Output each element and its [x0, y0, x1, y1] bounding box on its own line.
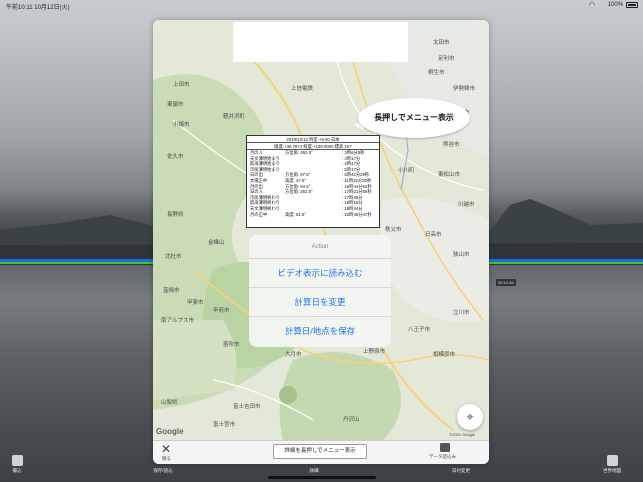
- map-city-label: 韮崎市: [163, 288, 180, 294]
- crosshair-icon: ⌖: [466, 409, 474, 424]
- map-city-label: 大月市: [285, 352, 302, 358]
- status-time: 午前10:11 10月12日(火): [6, 5, 70, 11]
- map-city-label: 丹沢山: [343, 417, 360, 423]
- info-date-header: 2019/10/12 時差:+9.00 日本: [247, 136, 379, 143]
- astronomy-info-box[interactable]: 2019/10/12 時差:+9.00 日本 緯度:+35.7874 経度:+1…: [246, 135, 380, 228]
- map-city-label: 軽井沢町: [223, 114, 246, 120]
- map-city-label: 甲府市: [213, 308, 230, 314]
- map-city-label: 北杜市: [165, 254, 182, 260]
- map-city-label: 富士吉田市: [233, 404, 261, 410]
- map-city-label: 東御市: [167, 102, 184, 108]
- map-copyright: ©2021 Google: [449, 432, 475, 437]
- status-bar: 午前10:11 10月12日(火) ◠ 100%: [0, 0, 643, 12]
- map-panel[interactable]: 上信電鉄 太田市 足利市 桐生市 伊勢崎市 館林市 小川町 東松山市 熊谷市 川…: [153, 20, 489, 464]
- map-city-label: 伊勢崎市: [453, 86, 476, 92]
- ad-banner-placeholder: [233, 22, 408, 62]
- map-city-label: 立川市: [453, 310, 470, 316]
- map-city-label: 甲斐市: [187, 300, 204, 306]
- map-city-label: 足利市: [438, 56, 455, 62]
- map-city-label: 小諸市: [173, 122, 190, 128]
- wifi-icon: ◠: [588, 2, 595, 9]
- detail-button[interactable]: 詳細: [296, 455, 332, 474]
- map-city-label: 川越市: [458, 202, 475, 208]
- long-press-hint-bubble: 長押しでメニュー表示: [358, 98, 470, 138]
- map-city-label: 秩父市: [385, 227, 402, 233]
- map-city-label: 相模原市: [433, 352, 456, 358]
- map-city-label: 熊谷市: [443, 142, 460, 148]
- map-city-label: 上信電鉄: [291, 86, 314, 92]
- globe-icon: [606, 455, 618, 466]
- map-city-label: 八王子市: [408, 327, 431, 333]
- home-indicator: [268, 476, 376, 479]
- action-change-date[interactable]: 計算日を変更: [249, 288, 391, 317]
- map-city-label: 笛吹市: [223, 342, 240, 348]
- map-city-label: 佐久市: [167, 154, 184, 160]
- world-map-button[interactable]: 世界地図: [594, 455, 630, 474]
- info-row: 月の正中 高度: 51.5°: 22時48分47秒: [250, 211, 372, 217]
- map-city-label: 上田市: [173, 82, 190, 88]
- action-sheet-title: Action: [249, 235, 391, 259]
- map-city-label: 太田市: [433, 40, 450, 46]
- map-city-label: 山梨県: [161, 400, 178, 406]
- time-marker-label: 00:12:48: [496, 279, 516, 286]
- map-city-label: 桐生市: [428, 70, 445, 76]
- google-logo: Google: [156, 427, 184, 436]
- info-location-header: 緯度:+35.7874 経度:+139.0000 標高:10?: [247, 143, 379, 150]
- map-city-label: 南アルプス市: [161, 318, 194, 324]
- map-city-label: 日高市: [425, 232, 442, 238]
- battery-icon: [626, 2, 638, 8]
- map-city-label: 上野原市: [363, 349, 386, 355]
- map-city-label: 東松山市: [438, 172, 461, 178]
- map-city-label: 長野県: [167, 212, 184, 218]
- map-city-label: 小川町: [398, 168, 415, 174]
- action-load-video-view[interactable]: ビデオ表示に読み込む: [249, 259, 391, 288]
- my-location-button[interactable]: ⌖: [457, 404, 483, 430]
- battery-percent: 100%: [607, 2, 623, 8]
- action-save-date-location[interactable]: 計算日/地点を保存: [249, 317, 391, 346]
- map-city-label: 狭山市: [453, 252, 470, 258]
- save-load-button[interactable]: 保存/読込: [145, 455, 181, 474]
- action-sheet: Action ビデオ表示に読み込む 計算日を変更 計算日/地点を保存: [249, 235, 391, 347]
- map-city-label: 金峰山: [208, 240, 225, 246]
- change-date-button[interactable]: 日付変更: [443, 455, 479, 474]
- capture-button[interactable]: 撮込: [0, 455, 35, 474]
- map-city-label: 富士宮市: [213, 422, 236, 428]
- capture-icon: [11, 455, 23, 466]
